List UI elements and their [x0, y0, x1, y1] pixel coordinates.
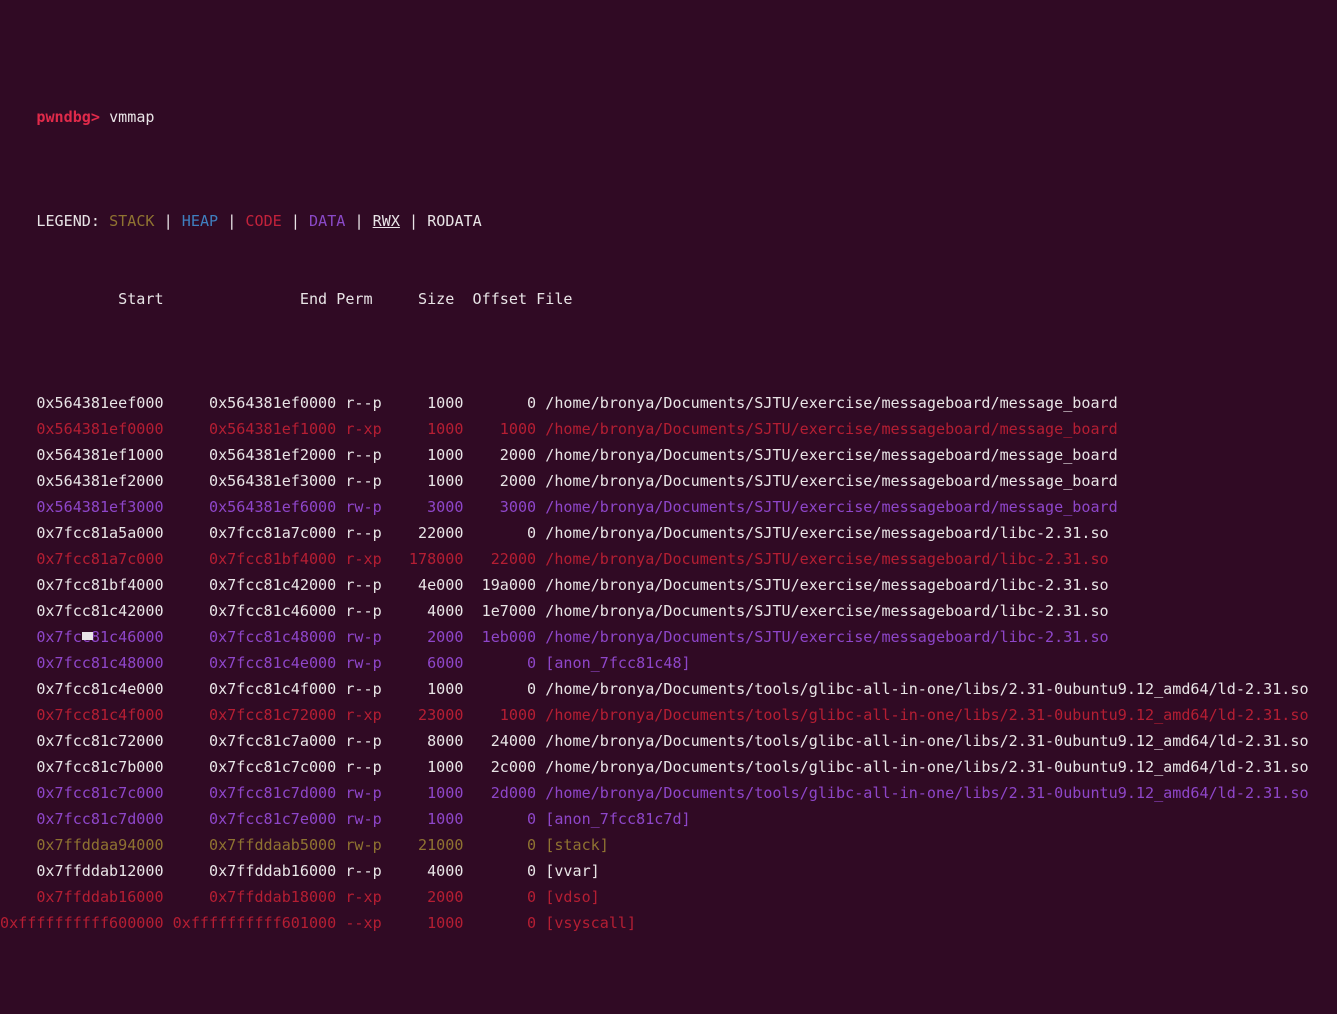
- legend-sep-1: |: [218, 212, 246, 230]
- table-row: 0x564381ef3000 0x564381ef6000 rw-p 3000 …: [0, 498, 1118, 516]
- legend-item-heap: HEAP: [181, 212, 219, 230]
- table-row: 0x7fcc81c42000 0x7fcc81c46000 r--p 4000 …: [0, 602, 1109, 620]
- table-row: 0x7fcc81a7c000 0x7fcc81bf4000 r-xp 17800…: [0, 550, 1109, 568]
- table-row: 0x564381ef2000 0x564381ef3000 r--p 1000 …: [0, 472, 1118, 490]
- command-text: vmmap: [109, 108, 155, 126]
- terminal-screen[interactable]: pwndbg> vmmap LEGEND: STACK | HEAP | COD…: [0, 0, 1337, 932]
- table-row: 0x7fcc81c7d000 0x7fcc81c7e000 rw-p 1000 …: [0, 810, 691, 828]
- shell-prompt: pwndbg>: [36, 108, 100, 126]
- table-header: Start End Perm Size Offset File: [0, 290, 573, 308]
- table-row: 0x7fcc81c4e000 0x7fcc81c4f000 r--p 1000 …: [0, 680, 1309, 698]
- vmmap-table: 0x564381eef000 0x564381ef0000 r--p 1000 …: [0, 390, 1337, 936]
- legend-sep-4: |: [399, 212, 428, 230]
- legend-space-0: [100, 212, 109, 230]
- legend-item-stack: STACK: [109, 212, 155, 230]
- legend-sep-2: |: [281, 212, 310, 230]
- table-row: 0x7fcc81c4f000 0x7fcc81c72000 r-xp 23000…: [0, 706, 1309, 724]
- legend-item-rodata: RODATA: [427, 212, 482, 230]
- table-row: 0x7fcc81a5a000 0x7fcc81a7c000 r--p 22000…: [0, 524, 1109, 542]
- prompt-line: pwndbg> vmmap: [0, 78, 1337, 126]
- table-row: 0x7fcc81bf4000 0x7fcc81c42000 r--p 4e000…: [0, 576, 1109, 594]
- legend-item-data: DATA: [309, 212, 346, 230]
- legend-label: LEGEND:: [36, 212, 100, 230]
- text-cursor: [82, 632, 93, 640]
- table-row: 0x7fcc81c48000 0x7fcc81c4e000 rw-p 6000 …: [0, 654, 691, 672]
- table-row: 0x7ffddab16000 0x7ffddab18000 r-xp 2000 …: [0, 888, 600, 906]
- table-row: 0xffffffffff600000 0xffffffffff601000 --…: [0, 914, 637, 932]
- table-row: 0x7ffddaa94000 0x7ffddaab5000 rw-p 21000…: [0, 836, 609, 854]
- legend-sep-0: |: [154, 212, 182, 230]
- table-row: 0x7fcc81c7c000 0x7fcc81c7d000 rw-p 1000 …: [0, 784, 1309, 802]
- table-row: 0x7fcc81c7b000 0x7fcc81c7c000 r--p 1000 …: [0, 758, 1309, 776]
- table-row: 0x7fcc81c72000 0x7fcc81c7a000 r--p 8000 …: [0, 732, 1309, 750]
- table-row: 0x564381ef1000 0x564381ef2000 r--p 1000 …: [0, 446, 1118, 464]
- legend-line: LEGEND: STACK | HEAP | CODE | DATA | RWX…: [0, 182, 1337, 230]
- table-row: 0x564381eef000 0x564381ef0000 r--p 1000 …: [0, 394, 1118, 412]
- table-row: 0x564381ef0000 0x564381ef1000 r-xp 1000 …: [0, 420, 1118, 438]
- legend-sep-3: |: [345, 212, 373, 230]
- legend-item-code: CODE: [245, 212, 282, 230]
- table-row: 0x7fcc81c46000 0x7fcc81c48000 rw-p 2000 …: [0, 628, 1109, 646]
- table-row: 0x7ffddab12000 0x7ffddab16000 r--p 4000 …: [0, 862, 600, 880]
- legend-item-rwx: RWX: [372, 212, 400, 230]
